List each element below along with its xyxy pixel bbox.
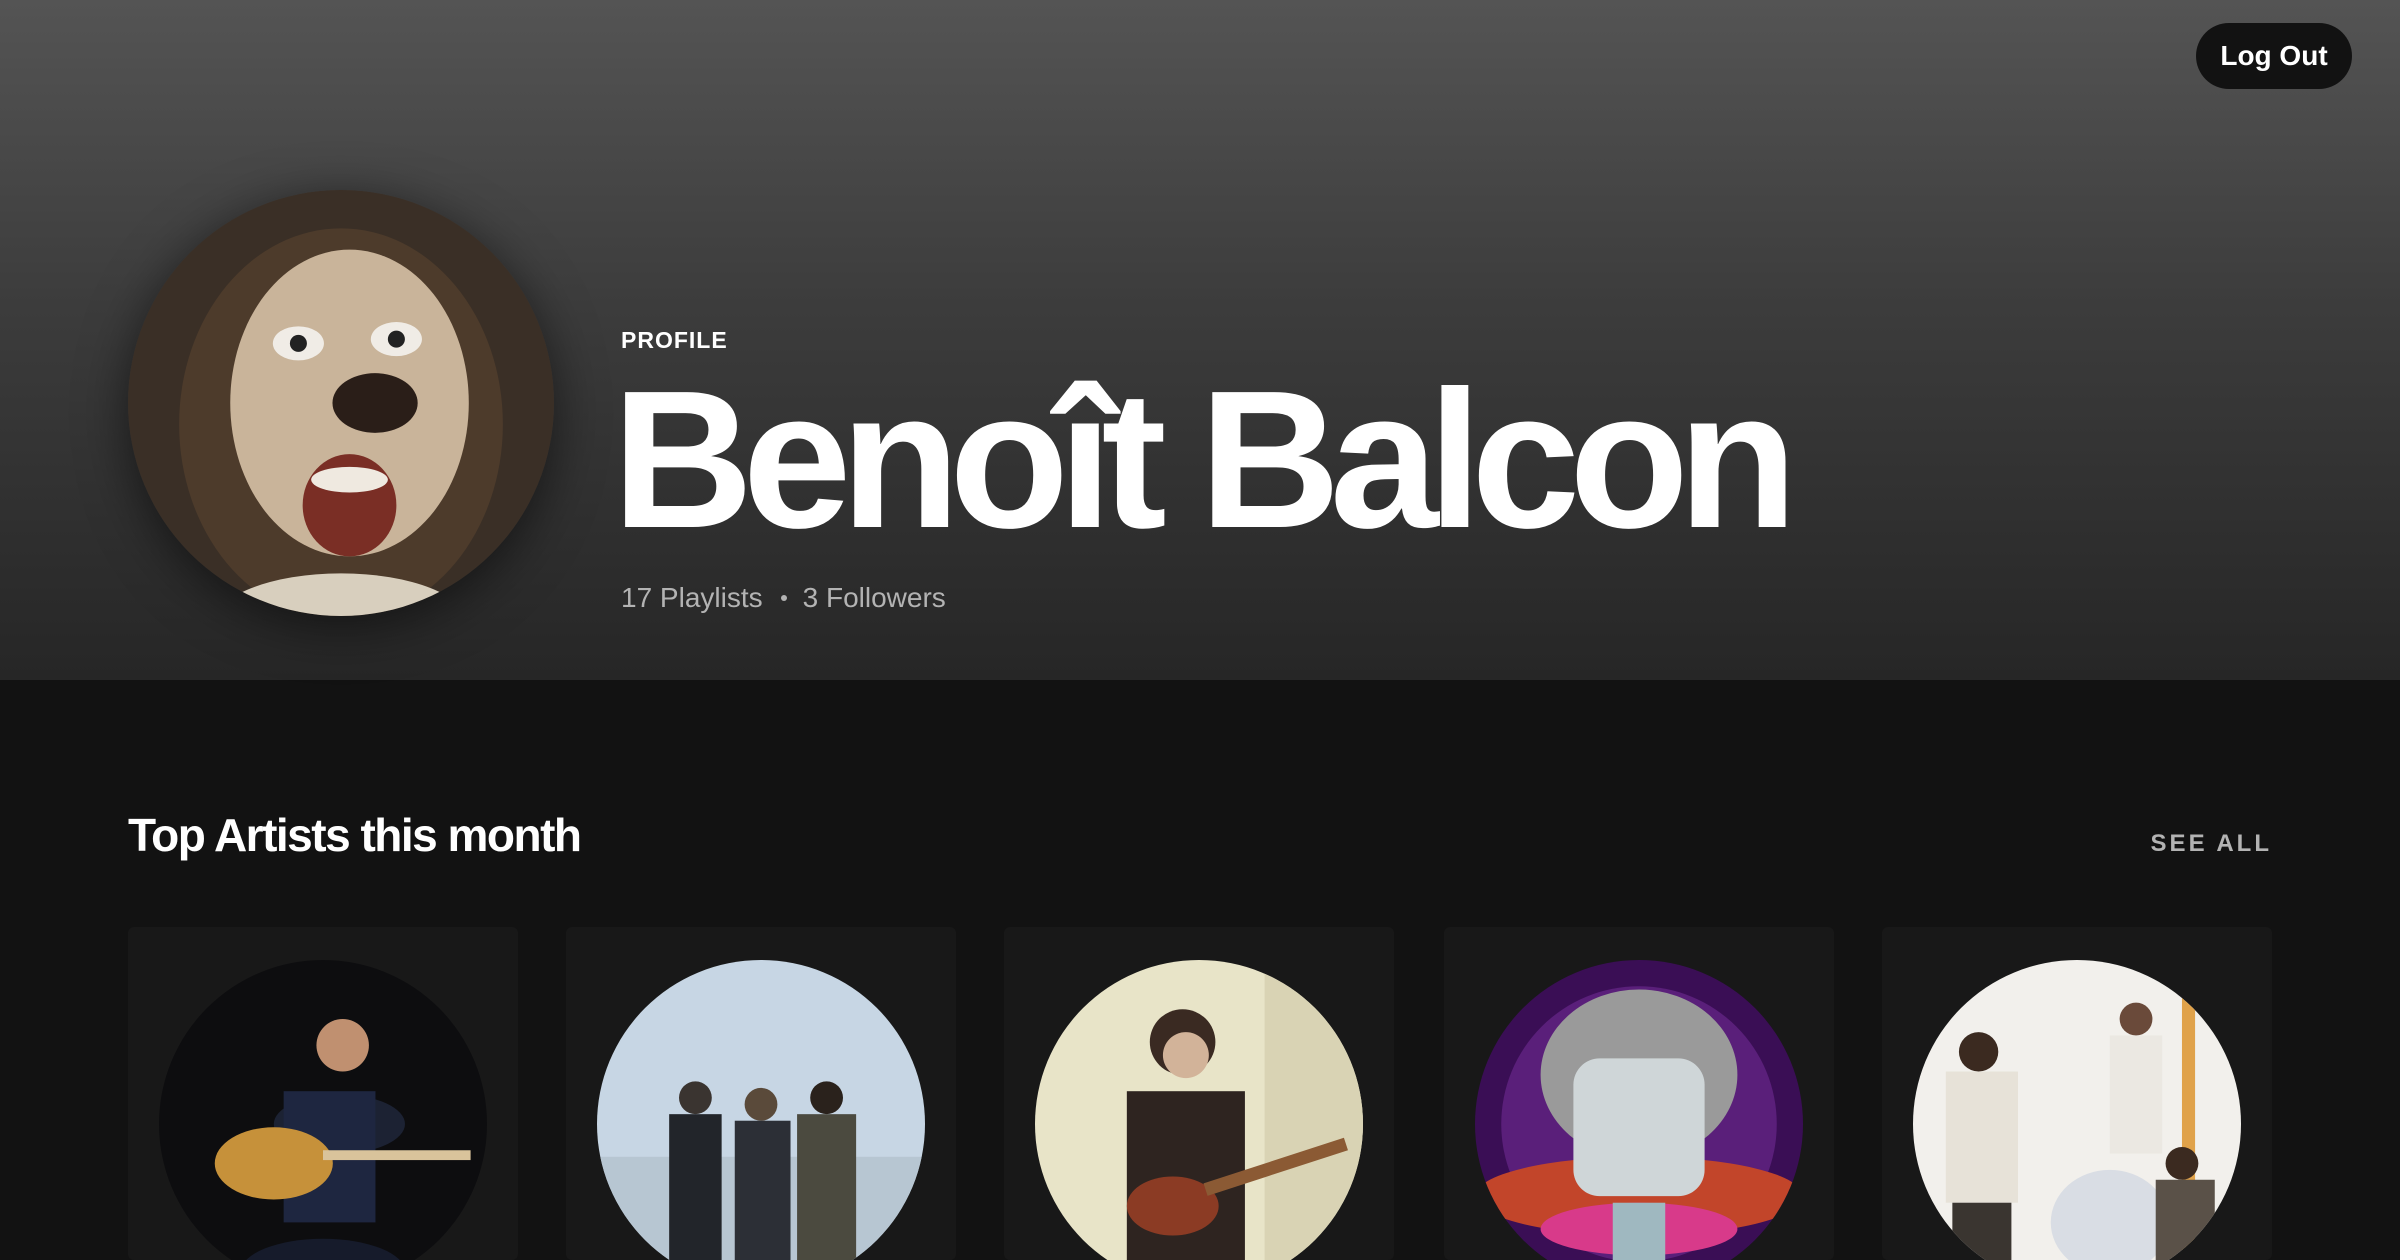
artist-image	[159, 960, 487, 1260]
artist-card[interactable]	[566, 927, 956, 1260]
separator-dot-icon	[780, 595, 787, 601]
avatar	[128, 190, 554, 616]
profile-header: Log Out PROFILE Benoît Balcon 17 Playlis…	[0, 0, 2400, 680]
artist-image	[597, 960, 925, 1260]
top-artists-row	[128, 927, 2273, 1260]
section-title: Top Artists this month	[128, 809, 582, 861]
artist-card[interactable]	[1882, 927, 2272, 1260]
artist-card[interactable]	[1004, 927, 1394, 1260]
artist-card[interactable]	[1444, 927, 1834, 1260]
playlists-count[interactable]: 17 Playlists	[621, 582, 763, 614]
artist-image	[1035, 960, 1363, 1260]
profile-name: Benoît Balcon	[612, 350, 1798, 569]
artist-image	[1913, 960, 2241, 1260]
see-all-link[interactable]: SEE ALL	[2151, 830, 2272, 858]
profile-stats: 17 Playlists 3 Followers	[621, 582, 946, 614]
logout-button[interactable]: Log Out	[2196, 23, 2352, 89]
artist-card[interactable]	[128, 927, 518, 1260]
followers-count[interactable]: 3 Followers	[803, 582, 946, 614]
artist-image	[1475, 960, 1803, 1260]
